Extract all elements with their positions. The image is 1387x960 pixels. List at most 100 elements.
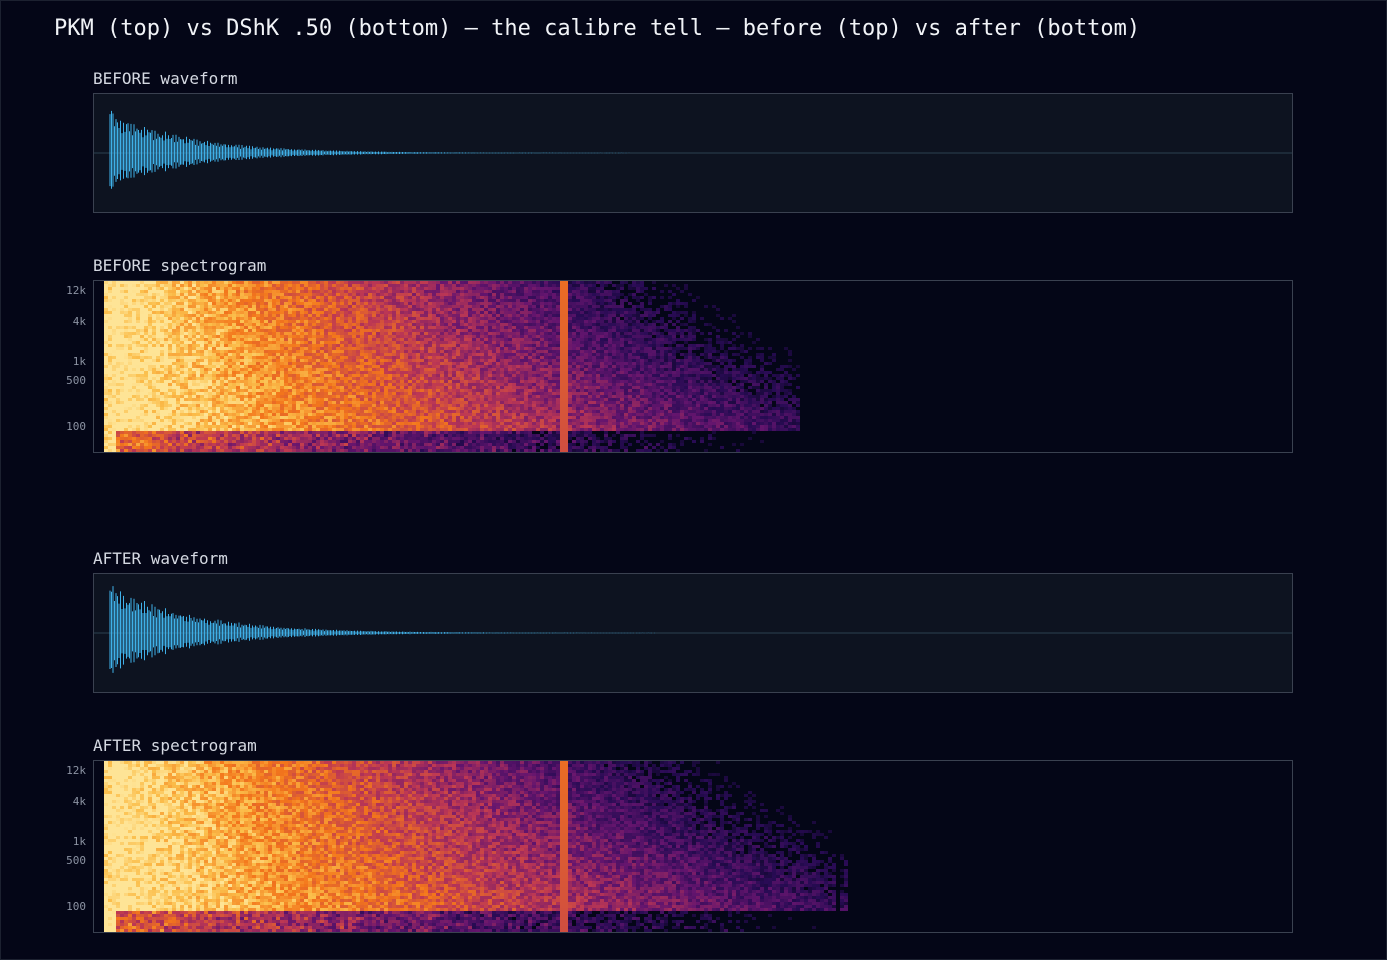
before-spectrogram-cell — [384, 398, 388, 401]
before-spectrogram-cell — [272, 329, 276, 332]
before-spectrogram-cell — [200, 332, 204, 335]
before-spectrogram-cell — [272, 332, 276, 335]
before-spectrogram-cell — [216, 395, 220, 398]
before-spectrogram-cell — [380, 383, 384, 386]
before-spectrogram-cell — [328, 410, 332, 413]
before-spectrogram-cell — [268, 395, 272, 398]
before-spectrogram-cell — [332, 416, 336, 419]
before-spectrogram-cell — [176, 359, 180, 362]
before-spectrogram-cell — [360, 431, 364, 434]
before-spectrogram-cell — [328, 323, 332, 326]
before-spectrogram-cell — [172, 365, 176, 368]
before-spectrogram-cell — [140, 446, 144, 449]
before-spectrogram-cell — [416, 440, 420, 443]
before-spectrogram-cell — [288, 320, 292, 323]
before-spectrogram-cell — [436, 443, 440, 446]
before-spectrogram-cell — [400, 365, 404, 368]
before-spectrogram-cell — [268, 329, 272, 332]
before-spectrogram-cell — [372, 356, 376, 359]
before-spectrogram-cell — [108, 335, 112, 338]
before-spectrogram-cell — [420, 437, 424, 440]
before-spectrogram-cell — [356, 419, 360, 422]
before-spectrogram-cell — [128, 365, 132, 368]
before-spectrogram-cell — [380, 308, 384, 311]
before-spectrogram-cell — [404, 422, 408, 425]
before-spectrogram-cell — [208, 329, 212, 332]
before-spectrogram-cell — [376, 359, 380, 362]
before-spectrogram-cell — [436, 326, 440, 329]
before-spectrogram-cell — [408, 329, 412, 332]
before-spectrogram-cell — [384, 353, 388, 356]
before-spectrogram-cell — [164, 344, 168, 347]
before-spectrogram-cell — [300, 416, 304, 419]
before-spectrogram-cell — [268, 437, 272, 440]
before-spectrogram-cell — [156, 329, 160, 332]
before-spectrogram-cell — [264, 326, 268, 329]
before-spectrogram-cell — [284, 299, 288, 302]
before-spectrogram-cell — [204, 443, 208, 446]
before-spectrogram-cell — [108, 341, 112, 344]
before-spectrogram-cell — [164, 368, 168, 371]
before-spectrogram-cell — [384, 332, 388, 335]
before-spectrogram-cell — [336, 386, 340, 389]
before-spectrogram-cell — [432, 299, 436, 302]
before-spectrogram-cell — [412, 395, 416, 398]
before-spectrogram-cell — [248, 380, 252, 383]
before-spectrogram-cell — [344, 356, 348, 359]
before-spectrogram-cell — [372, 428, 376, 431]
before-spectrogram-cell — [192, 401, 196, 404]
before-spectrogram-cell — [244, 362, 248, 365]
before-spectrogram-cell — [232, 302, 236, 305]
before-spectrogram-cell — [428, 437, 432, 440]
before-spectrogram-cell — [444, 410, 448, 413]
before-spectrogram-cell — [180, 350, 184, 353]
before-spectrogram-cell — [132, 374, 136, 377]
before-spectrogram-cell — [112, 365, 116, 368]
before-spectrogram-cell — [448, 419, 452, 422]
before-spectrogram-cell — [348, 344, 352, 347]
before-spectrogram-cell — [256, 389, 260, 392]
before-spectrogram-cell — [404, 320, 408, 323]
before-spectrogram-cell — [320, 386, 324, 389]
before-spectrogram-cell — [348, 338, 352, 341]
before-spectrogram-cell — [124, 338, 128, 341]
before-spectrogram-cell — [256, 437, 260, 440]
before-spectrogram-cell — [132, 398, 136, 401]
before-spectrogram-cell — [192, 389, 196, 392]
before-spectrogram-cell — [136, 302, 140, 305]
before-spectrogram-cell — [132, 446, 136, 449]
before-spectrogram-cell — [220, 392, 224, 395]
before-spectrogram-cell — [236, 290, 240, 293]
before-spectrogram-cell — [412, 419, 416, 422]
before-spectrogram-cell — [344, 281, 348, 284]
before-spectrogram-cell — [424, 308, 428, 311]
before-spectrogram-cell — [436, 407, 440, 410]
before-spectrogram-cell — [264, 380, 268, 383]
before-spectrogram-cell — [156, 416, 160, 419]
before-spectrogram-cell — [196, 422, 200, 425]
before-spectrogram-cell — [376, 386, 380, 389]
before-spectrogram-cell — [116, 404, 120, 407]
before-spectrogram-cell — [224, 332, 228, 335]
before-spectrogram-cell — [296, 425, 300, 428]
before-spectrogram-cell — [180, 416, 184, 419]
before-spectrogram-cell — [240, 416, 244, 419]
before-spectrogram-cell — [444, 284, 448, 287]
before-spectrogram-cell — [172, 308, 176, 311]
before-spectrogram-cell — [164, 377, 168, 380]
before-spectrogram-cell — [324, 425, 328, 428]
before-spectrogram-cell — [300, 290, 304, 293]
before-spectrogram-cell — [408, 392, 412, 395]
before-spectrogram-cell — [224, 425, 228, 428]
before-spectrogram-cell — [244, 311, 248, 314]
before-spectrogram-cell — [376, 401, 380, 404]
before-spectrogram-cell — [372, 440, 376, 443]
before-spectrogram-cell — [124, 314, 128, 317]
before-spectrogram-cell — [212, 446, 216, 449]
before-spectrogram-cell — [296, 305, 300, 308]
before-spectrogram-cell — [152, 365, 156, 368]
before-spectrogram-cell — [148, 326, 152, 329]
before-spectrogram-cell — [208, 449, 212, 452]
before-spectrogram-cell — [256, 374, 260, 377]
before-spectrogram-cell — [440, 368, 444, 371]
